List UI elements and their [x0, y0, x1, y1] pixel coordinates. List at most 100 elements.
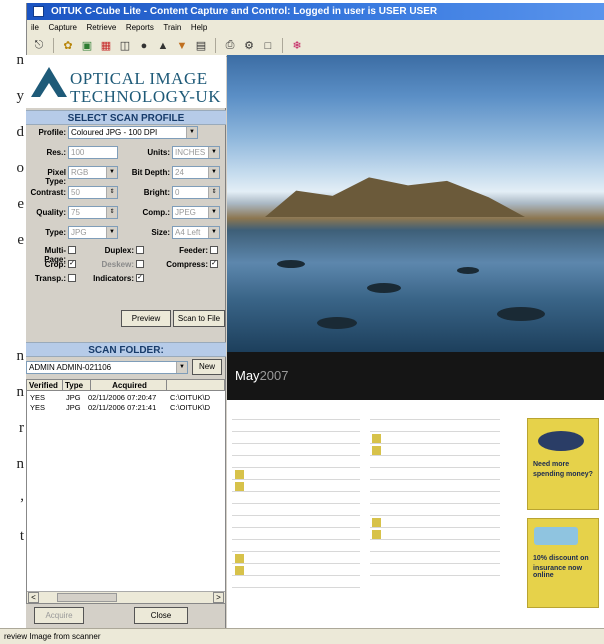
- article-fragment: e: [17, 196, 24, 212]
- rock-shape: [497, 307, 545, 321]
- chevron-down-icon[interactable]: ▼: [106, 167, 117, 178]
- column-header[interactable]: Acquired: [91, 380, 167, 390]
- window-icon[interactable]: □: [260, 38, 276, 54]
- grid-header: Verified Type Acquired: [27, 380, 225, 391]
- table-row[interactable]: YES JPG 02/11/2006 07:21:41 C:\OITUK\D: [27, 403, 225, 412]
- type-label: Type:: [45, 228, 66, 237]
- duplex-checkbox[interactable]: [136, 246, 144, 254]
- cabinet-icon[interactable]: ▦: [98, 38, 114, 54]
- compress-checkbox[interactable]: ✓: [210, 260, 218, 268]
- close-button[interactable]: Close: [134, 607, 188, 624]
- bright-label: Bright:: [143, 188, 170, 197]
- scan-icon[interactable]: ⎋: [31, 38, 47, 54]
- scan-to-file-button[interactable]: Scan to File: [173, 310, 225, 327]
- window-title: OITUK C-Cube Lite - Content Capture and …: [51, 6, 438, 17]
- new-folder-button[interactable]: New: [192, 359, 222, 375]
- bit-depth-label: Bit Depth:: [131, 168, 170, 177]
- chevron-down-icon[interactable]: ▼: [208, 207, 219, 218]
- menu-file[interactable]: ile: [31, 23, 39, 32]
- scroll-right-icon[interactable]: >: [213, 592, 224, 603]
- scan-folder-grid[interactable]: Verified Type Acquired YES JPG 02/11/200…: [26, 379, 226, 604]
- profile-select[interactable]: Coloured JPG - 100 DPI ▼: [68, 126, 198, 139]
- horizontal-scrollbar[interactable]: < >: [27, 591, 225, 603]
- calendar-ad: 10% discount on insurance now online: [527, 518, 599, 608]
- ad-logo-icon: [538, 431, 584, 451]
- column-header[interactable]: Verified: [27, 380, 63, 390]
- spinner-arrows-icon[interactable]: ⇕: [106, 187, 117, 198]
- binoculars-icon[interactable]: ●: [136, 38, 152, 54]
- chevron-down-icon[interactable]: ▼: [208, 227, 219, 238]
- article-fragment: e: [17, 232, 24, 248]
- acquire-button[interactable]: Acquire: [34, 607, 84, 624]
- help-icon[interactable]: ❄: [289, 38, 305, 54]
- scan-preview[interactable]: May2007 Need more spending money? 10% di…: [227, 55, 604, 628]
- calendar-day-row: [232, 530, 360, 540]
- crop-checkbox[interactable]: ✓: [68, 260, 76, 268]
- calendar-day-row: [232, 482, 360, 492]
- calendar-day-row: [370, 458, 500, 468]
- transp-checkbox[interactable]: [68, 274, 76, 282]
- left-panel: OPTICAL IMAGE TECHNOLOGY-UK SELECT SCAN …: [26, 55, 226, 628]
- calendar-day-row: [370, 494, 500, 504]
- bit-depth-select[interactable]: 24 ▼: [172, 166, 220, 179]
- book-icon[interactable]: ▤: [193, 38, 209, 54]
- print-icon[interactable]: ⎙: [222, 38, 238, 54]
- quality-spinner[interactable]: 75 ⇕: [68, 206, 118, 219]
- menu-capture[interactable]: Capture: [49, 23, 77, 32]
- spinner-arrows-icon[interactable]: ⇕: [208, 187, 219, 198]
- size-select[interactable]: A4 Left ▼: [172, 226, 220, 239]
- bright-spinner[interactable]: 0 ⇕: [172, 186, 220, 199]
- folder-icon[interactable]: ▣: [79, 38, 95, 54]
- menu-train[interactable]: Train: [163, 23, 181, 32]
- preview-button[interactable]: Preview: [121, 310, 171, 327]
- pixel-type-label: Pixel Type:: [45, 168, 66, 186]
- menu-bar: ile Capture Retrieve Reports Train Help: [27, 20, 604, 35]
- scan-folder-header: SCAN FOLDER:: [26, 342, 226, 357]
- res-field[interactable]: 100: [68, 146, 118, 159]
- calendar-year: 2007: [259, 368, 289, 383]
- calendar-day-row: [370, 530, 500, 540]
- monitor-icon[interactable]: ◫: [117, 38, 133, 54]
- weekend-marker: [235, 566, 244, 575]
- title-bar[interactable]: OITUK C-Cube Lite - Content Capture and …: [27, 3, 604, 20]
- calendar-day-row: [370, 542, 500, 552]
- menu-retrieve[interactable]: Retrieve: [87, 23, 117, 32]
- chevron-down-icon[interactable]: ▼: [106, 227, 117, 238]
- chevron-down-icon[interactable]: ▼: [176, 362, 187, 373]
- toolbar-separator: [215, 38, 216, 53]
- bank-icon[interactable]: ▲: [155, 38, 171, 54]
- status-text: review Image from scanner: [4, 632, 101, 641]
- feeder-checkbox[interactable]: [210, 246, 218, 254]
- chevron-down-icon[interactable]: ▼: [208, 167, 219, 178]
- toolbar-separator: [282, 38, 283, 53]
- weekend-marker: [372, 446, 381, 455]
- comp-select[interactable]: JPEG ▼: [172, 206, 220, 219]
- column-header[interactable]: [167, 380, 225, 390]
- deskew-checkbox[interactable]: [136, 260, 144, 268]
- pixel-type-select[interactable]: RGB ▼: [68, 166, 118, 179]
- calendar-day-row: [370, 422, 500, 432]
- table-row[interactable]: YES JPG 02/11/2006 07:20:47 C:\OITUK\D: [27, 393, 225, 402]
- chevron-down-icon[interactable]: ▼: [186, 127, 197, 138]
- multipage-checkbox[interactable]: [68, 246, 76, 254]
- type-select[interactable]: JPG ▼: [68, 226, 118, 239]
- units-select[interactable]: INCHES ▼: [172, 146, 220, 159]
- weekend-marker: [372, 434, 381, 443]
- torch-icon[interactable]: ▼: [174, 38, 190, 54]
- scan-folder-select[interactable]: ADMIN ADMIN-021106 ▼: [26, 361, 188, 374]
- column-header[interactable]: Type: [63, 380, 91, 390]
- menu-help[interactable]: Help: [191, 23, 207, 32]
- scroll-left-icon[interactable]: <: [28, 592, 39, 603]
- config-icon[interactable]: ⚙: [241, 38, 257, 54]
- spinner-arrows-icon[interactable]: ⇕: [106, 207, 117, 218]
- indicators-checkbox[interactable]: ✓: [136, 274, 144, 282]
- palette-icon[interactable]: ✿: [60, 38, 76, 54]
- toolbar: ⎋ ✿ ▣ ▦ ◫ ● ▲ ▼ ▤ ⎙ ⚙ □ ❄: [27, 35, 604, 57]
- menu-reports[interactable]: Reports: [126, 23, 154, 32]
- chevron-down-icon[interactable]: ▼: [208, 147, 219, 158]
- contrast-spinner[interactable]: 50 ⇕: [68, 186, 118, 199]
- calendar-day-row: [232, 506, 360, 516]
- rock-shape: [457, 267, 479, 274]
- quality-label: Quality:: [36, 208, 66, 217]
- scrollbar-thumb[interactable]: [57, 593, 117, 602]
